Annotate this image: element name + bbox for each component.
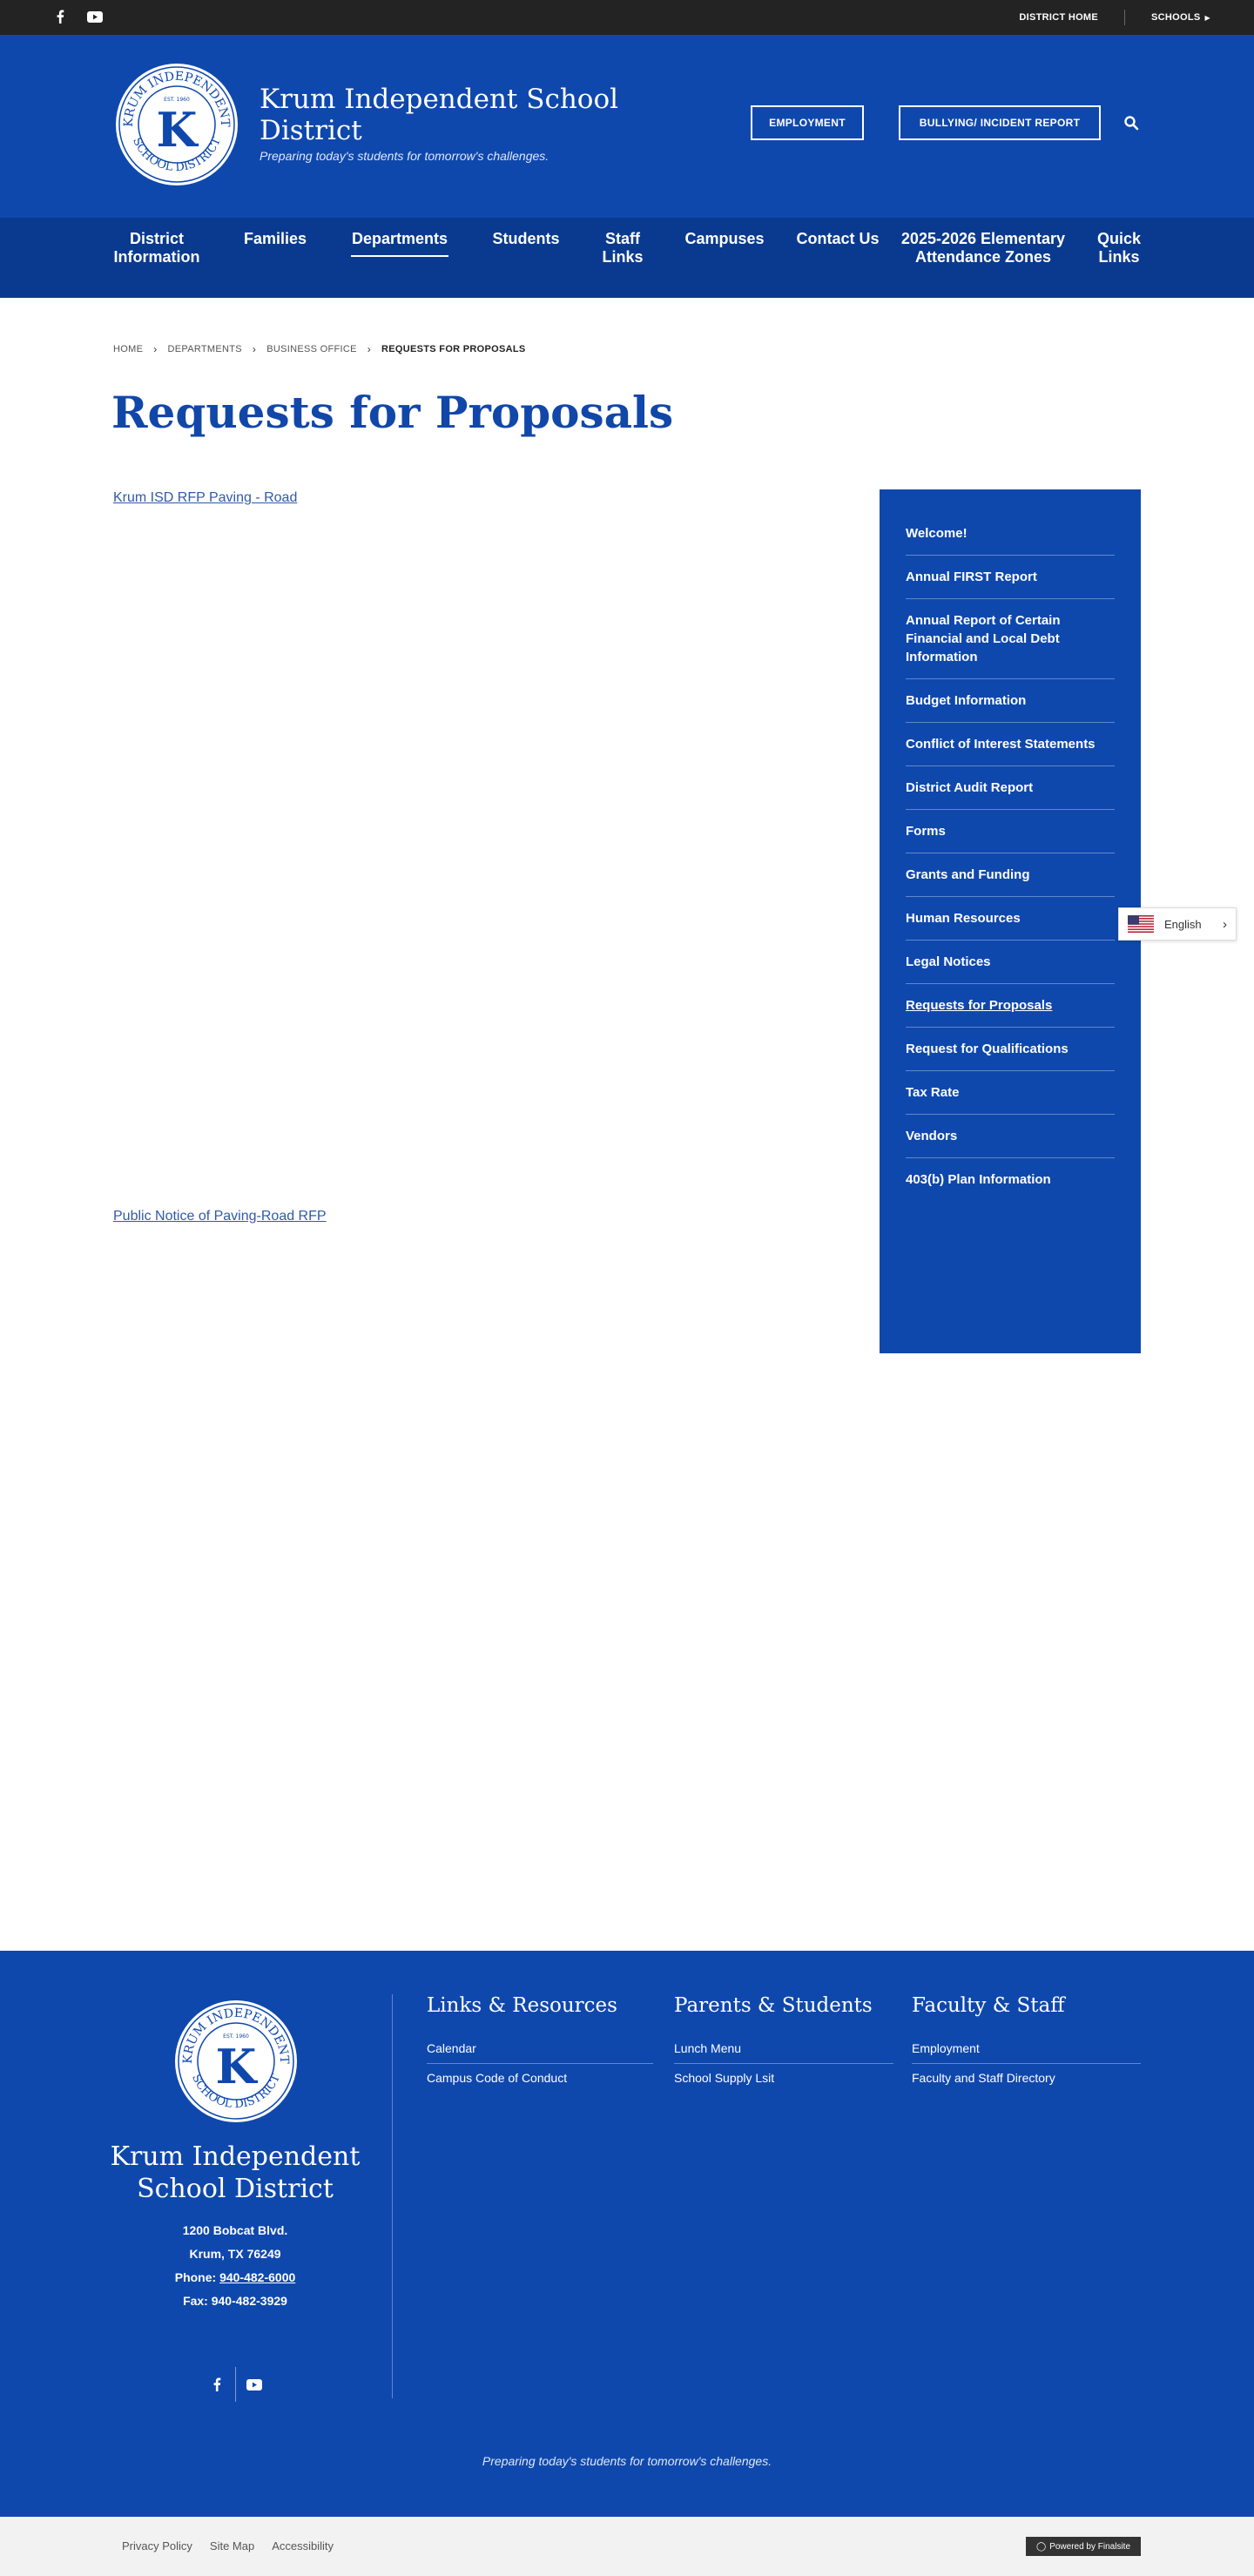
- breadcrumb-business-office[interactable]: BUSINESS OFFICE: [266, 344, 357, 354]
- footer-divider: [392, 1994, 393, 2398]
- caret-right-icon: ▶: [1204, 13, 1210, 22]
- footer-column-parents-students: Parents & Students Lunch Menu School Sup…: [674, 1994, 893, 2093]
- nav-item-families[interactable]: Families: [232, 230, 319, 248]
- chevron-right-icon: ›: [153, 343, 158, 355]
- footer-district-name: Krum Independent School District: [110, 2141, 361, 2204]
- footer-column-faculty-staff: Faculty & Staff Employment Faculty and S…: [912, 1994, 1141, 2093]
- sidebar-item-welcome[interactable]: Welcome!: [906, 512, 1115, 556]
- nav-item-staff-links[interactable]: Staff Links: [588, 230, 657, 266]
- sidebar-item-legal-notices[interactable]: Legal Notices: [906, 941, 1115, 984]
- rfp-paving-road-link[interactable]: Krum ISD RFP Paving - Road: [113, 490, 297, 506]
- breadcrumb: HOME › DEPARTMENTS › BUSINESS OFFICE › R…: [113, 343, 526, 355]
- facebook-icon[interactable]: [206, 2373, 228, 2396]
- accessibility-link[interactable]: Accessibility: [272, 2539, 334, 2552]
- site-header: KRUM INDEPENDENT SCHOOL DISTRICT EST. 19…: [0, 35, 1254, 218]
- sidebar-item-forms[interactable]: Forms: [906, 810, 1115, 853]
- footer-link-employment[interactable]: Employment: [912, 2034, 1141, 2064]
- footer-fax: Fax: 940-482-3929: [183, 2294, 287, 2308]
- chevron-right-icon: ›: [367, 343, 372, 355]
- schools-label: SCHOOLS: [1151, 12, 1201, 23]
- employment-button[interactable]: EMPLOYMENT: [751, 105, 864, 140]
- nav-item-district-information[interactable]: District Information: [96, 230, 218, 266]
- finalsite-icon: ◯: [1035, 2541, 1047, 2552]
- main-nav: District Information Families Department…: [0, 218, 1254, 298]
- powered-by-label: Powered by Finalsite: [1049, 2541, 1131, 2552]
- sidebar-item-budget-information[interactable]: Budget Information: [906, 679, 1115, 723]
- nav-item-campuses[interactable]: Campuses: [672, 230, 777, 248]
- footer-column-title: Parents & Students: [674, 1994, 873, 2017]
- footer-address-line1: 1200 Bobcat Blvd.: [182, 2223, 288, 2237]
- svg-text:K: K: [157, 102, 199, 158]
- footer-phone-link[interactable]: 940-482-6000: [219, 2270, 295, 2284]
- page-title: Requests for Proposals: [111, 387, 674, 438]
- header-social-links: [51, 7, 104, 26]
- sidebar-item-grants-and-funding[interactable]: Grants and Funding: [906, 853, 1115, 897]
- site-title[interactable]: Krum Independent School District: [260, 84, 625, 146]
- nav-item-contact-us[interactable]: Contact Us: [796, 230, 880, 248]
- sidebar-item-conflict-of-interest[interactable]: Conflict of Interest Statements: [906, 723, 1115, 766]
- us-flag-icon: [1128, 915, 1154, 933]
- youtube-icon[interactable]: [243, 2373, 266, 2396]
- footer-column-title: Faculty & Staff: [912, 1994, 1065, 2017]
- nav-item-departments[interactable]: Departments: [340, 230, 460, 257]
- footer-logo: KRUM INDEPENDENT SCHOOL DISTRICT EST. 19…: [174, 1999, 298, 2123]
- sidebar-item-district-audit-report[interactable]: District Audit Report: [906, 766, 1115, 810]
- breadcrumb-home[interactable]: HOME: [113, 344, 143, 354]
- footer-address: 1200 Bobcat Blvd. Krum, TX 76249 Phone: …: [87, 2219, 383, 2313]
- site-footer: KRUM INDEPENDENT SCHOOL DISTRICT EST. 19…: [0, 1951, 1254, 2517]
- site-tagline: Preparing today's students for tomorrow'…: [260, 149, 549, 163]
- sidebar-item-annual-report-debt[interactable]: Annual Report of Certain Financial and L…: [906, 599, 1115, 679]
- bullying-report-button[interactable]: BULLYING/ INCIDENT REPORT: [899, 105, 1101, 140]
- nav-item-quick-links[interactable]: Quick Links: [1084, 230, 1154, 266]
- nav-item-attendance-zones[interactable]: 2025-2026 Elementary Attendance Zones: [900, 230, 1066, 266]
- footer-link-lunch-menu[interactable]: Lunch Menu: [674, 2034, 893, 2064]
- footer-link-code-of-conduct[interactable]: Campus Code of Conduct: [427, 2064, 653, 2093]
- footer-tagline: Preparing today's students for tomorrow'…: [482, 2454, 772, 2468]
- footer-social-links: [206, 2367, 266, 2402]
- chevron-right-icon: ›: [252, 343, 257, 355]
- footer-phone: Phone: 940-482-6000: [174, 2270, 296, 2284]
- svg-text:K: K: [216, 2039, 259, 2094]
- sidebar-item-annual-first-report[interactable]: Annual FIRST Report: [906, 556, 1115, 599]
- footer-link-calendar[interactable]: Calendar: [427, 2034, 653, 2064]
- schools-dropdown[interactable]: SCHOOLS ▶: [1151, 12, 1210, 23]
- sidebar-item-requests-for-proposals[interactable]: Requests for Proposals: [906, 984, 1115, 1028]
- breadcrumb-departments[interactable]: DEPARTMENTS: [168, 344, 242, 354]
- language-selector[interactable]: English ›: [1118, 907, 1237, 941]
- footer-address-line2: Krum, TX 76249: [189, 2247, 281, 2261]
- bottom-bar: Privacy Policy Site Map Accessibility ◯ …: [0, 2517, 1254, 2576]
- utility-divider: [1124, 10, 1126, 25]
- sidebar-item-403b-plan[interactable]: 403(b) Plan Information: [906, 1158, 1115, 1201]
- powered-by-badge[interactable]: ◯ Powered by Finalsite: [1026, 2537, 1141, 2556]
- footer-column-links-resources: Links & Resources Calendar Campus Code o…: [427, 1994, 653, 2093]
- sidebar-item-vendors[interactable]: Vendors: [906, 1115, 1115, 1158]
- utility-bar: DISTRICT HOME SCHOOLS ▶: [0, 0, 1254, 35]
- sidebar-item-request-for-qualifications[interactable]: Request for Qualifications: [906, 1028, 1115, 1071]
- footer-column-title: Links & Resources: [427, 1994, 617, 2017]
- footer-link-staff-directory[interactable]: Faculty and Staff Directory: [912, 2064, 1141, 2093]
- site-map-link[interactable]: Site Map: [210, 2539, 254, 2552]
- breadcrumb-current: REQUESTS FOR PROPOSALS: [381, 344, 526, 354]
- district-home-link[interactable]: DISTRICT HOME: [1019, 12, 1098, 23]
- section-sidebar: Welcome! Annual FIRST Report Annual Repo…: [880, 489, 1141, 1353]
- footer-link-school-supply[interactable]: School Supply Lsit: [674, 2064, 893, 2093]
- district-logo[interactable]: KRUM INDEPENDENT SCHOOL DISTRICT EST. 19…: [115, 63, 239, 186]
- sidebar-item-human-resources[interactable]: Human Resources: [906, 897, 1115, 941]
- privacy-policy-link[interactable]: Privacy Policy: [122, 2539, 192, 2552]
- facebook-icon[interactable]: [51, 7, 70, 26]
- public-notice-link[interactable]: Public Notice of Paving-Road RFP: [113, 1209, 327, 1224]
- language-label: English: [1164, 917, 1202, 931]
- nav-item-students[interactable]: Students: [482, 230, 570, 248]
- chevron-right-icon: ›: [1223, 916, 1227, 932]
- youtube-icon[interactable]: [85, 7, 104, 26]
- search-icon[interactable]: [1123, 115, 1139, 131]
- footer-social-divider: [235, 2367, 236, 2402]
- sidebar-item-tax-rate[interactable]: Tax Rate: [906, 1071, 1115, 1115]
